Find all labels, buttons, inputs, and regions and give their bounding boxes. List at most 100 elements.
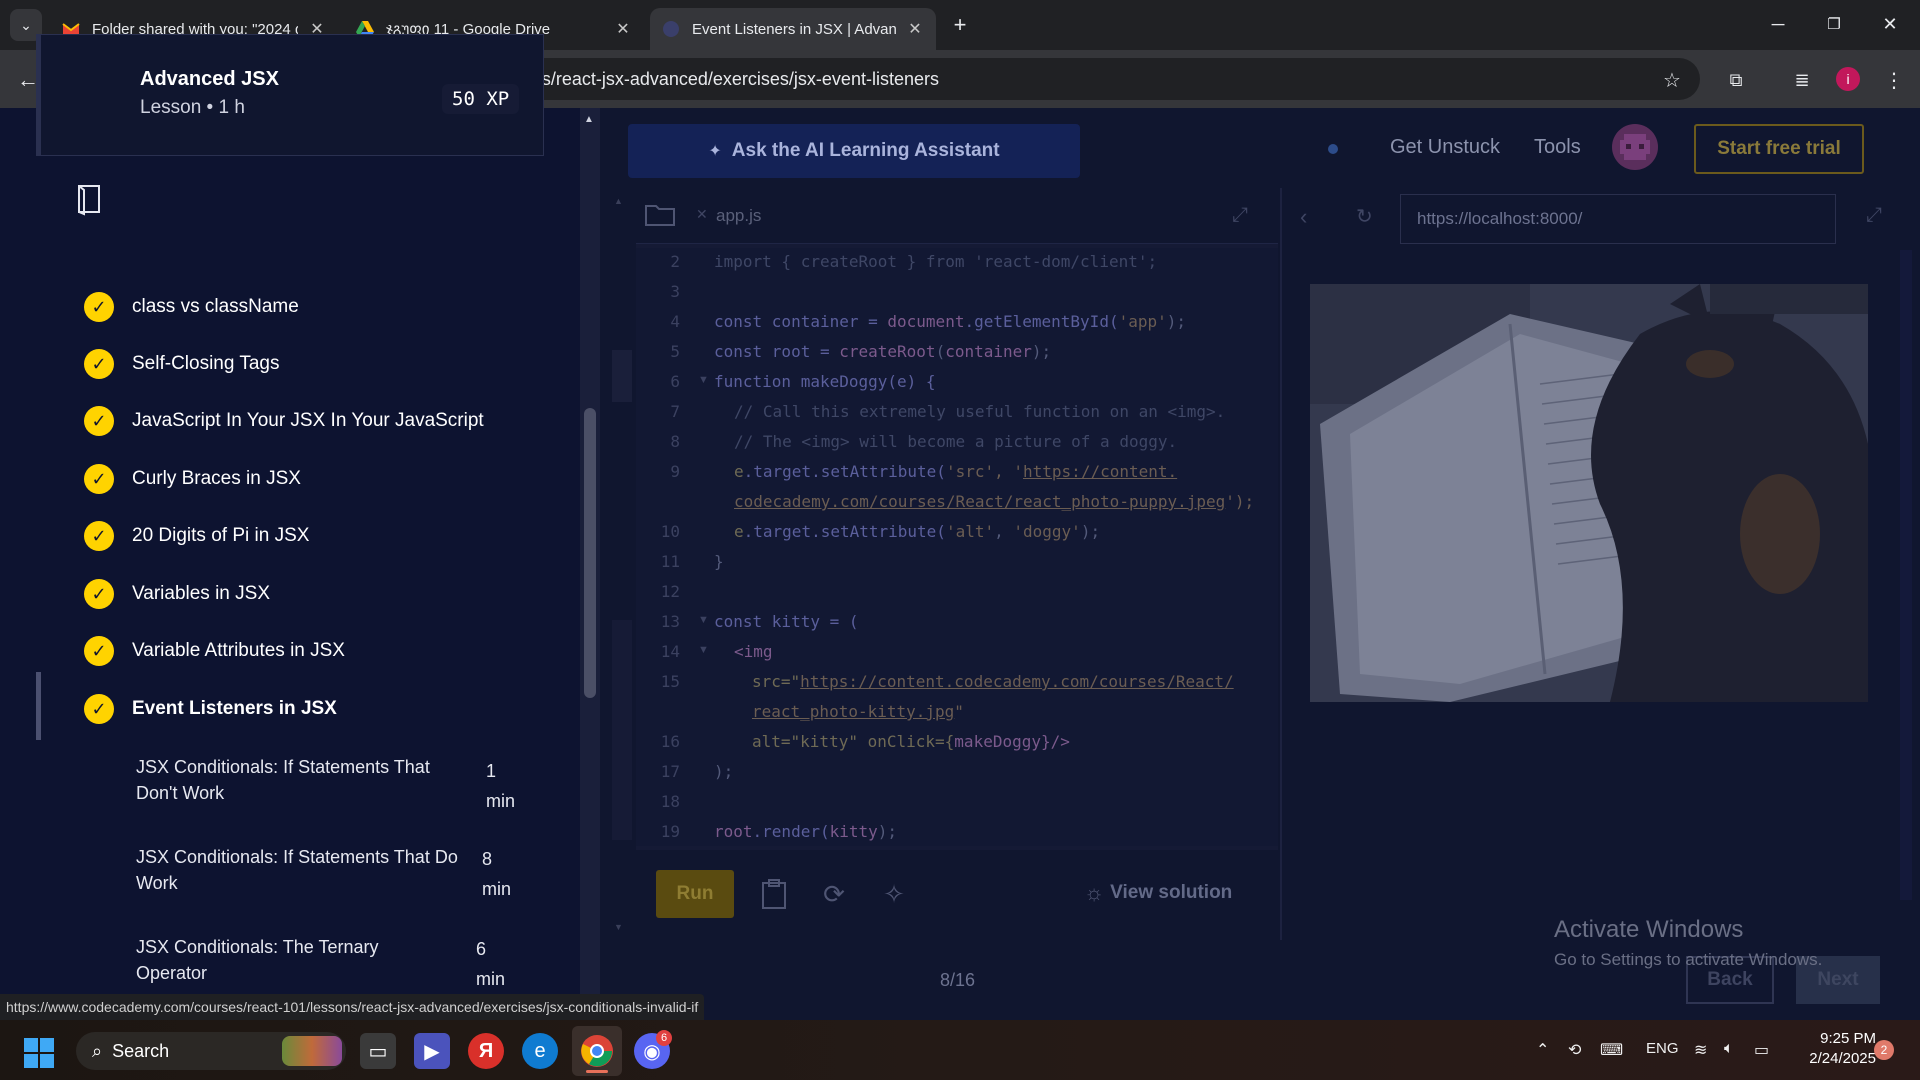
clipboard-icon[interactable] <box>756 876 792 912</box>
expand-icon[interactable]: ⤢ <box>1866 204 1882 227</box>
preview-refresh-icon[interactable]: ↻ <box>1356 204 1373 229</box>
scroll-up-icon[interactable]: ▲ <box>584 114 594 125</box>
check-circle-icon: ✓ <box>84 292 114 322</box>
preview-scrollbar[interactable] <box>1900 250 1912 900</box>
active-item-indicator <box>36 672 41 740</box>
code-text: <img <box>734 642 773 661</box>
status-dot-icon <box>1328 144 1338 154</box>
windows-start-icon[interactable] <box>24 1038 54 1068</box>
code-line: src="https://content.codecademy.com/cour… <box>752 672 1234 691</box>
fold-arrow-icon[interactable]: ▼ <box>698 614 709 626</box>
code-text: }/> <box>1041 732 1070 751</box>
sidebar-item[interactable]: ✓ 20 Digits of Pi in JSX <box>84 519 564 553</box>
bookmark-star-icon[interactable]: ☆ <box>1656 64 1688 96</box>
view-solution-button[interactable]: ☼ View solution <box>1084 880 1232 906</box>
browser-menu-icon[interactable]: ⋮ <box>1878 64 1910 96</box>
code-text: container <box>945 342 1032 361</box>
scroll-up-icon[interactable]: ▲ <box>614 196 623 206</box>
preview-url-field[interactable]: https://localhost:8000/ <box>1400 194 1836 244</box>
sync-icon[interactable]: ⟲ <box>1568 1040 1581 1060</box>
line-number: 2 <box>670 252 680 271</box>
sidebar-item-duration: 6 min <box>476 934 516 994</box>
notification-badge[interactable]: 2 <box>1874 1040 1894 1060</box>
reset-icon[interactable]: ⟳ <box>816 876 852 912</box>
task-view-icon[interactable]: ▭ <box>360 1033 396 1069</box>
minimize-icon[interactable]: ─ <box>1750 0 1806 48</box>
tab-codecademy[interactable]: Event Listeners in JSX | Advance ✕ <box>650 8 936 50</box>
code-text: ); <box>1166 312 1187 331</box>
start-free-trial-button[interactable]: Start free trial <box>1694 124 1864 174</box>
clock-time[interactable]: 9:25 PM <box>1796 1030 1876 1047</box>
sidebar-item-label: JavaScript In Your JSX In Your JavaScrip… <box>132 410 484 431</box>
sidebar-item-current[interactable]: ✓ Event Listeners in JSX <box>84 692 564 726</box>
file-tab-appjs[interactable]: app.js <box>716 206 761 226</box>
sidebar-item-label[interactable]: JSX Conditionals: If Statements That Do … <box>136 844 476 896</box>
profile-avatar[interactable]: i <box>1836 67 1860 91</box>
search-icon: ⌕ <box>92 1040 103 1061</box>
kitty-image[interactable] <box>1310 284 1868 702</box>
yandex-icon[interactable]: Я <box>468 1033 504 1069</box>
code-text: e <box>734 462 744 481</box>
sidebar-item[interactable]: ✓ Variables in JSX <box>84 577 564 611</box>
fold-arrow-icon[interactable]: ▼ <box>698 644 709 656</box>
keyboard-icon[interactable]: ⌨ <box>1600 1040 1623 1060</box>
sidebar-item[interactable]: ✓ Self-Closing Tags <box>84 347 564 381</box>
sidebar-item[interactable]: ✓ class vs className <box>84 290 564 324</box>
editor-scroll-marker <box>612 350 632 402</box>
window-close-icon[interactable]: ✕ <box>1862 0 1918 48</box>
avatar[interactable] <box>1612 124 1658 170</box>
editor-scroll-track[interactable] <box>612 620 632 840</box>
code-text: ( <box>935 342 946 361</box>
sparkle-icon: ✦ <box>708 143 722 160</box>
sidebar-item[interactable]: ✓ JavaScript In Your JSX In Your JavaScr… <box>84 404 564 438</box>
sidebar-item[interactable]: ✓ Variable Attributes in JSX <box>84 634 564 668</box>
duration-unit: min <box>482 879 512 899</box>
language-indicator[interactable]: ENG <box>1646 1040 1679 1057</box>
sidebar-scroll-thumb[interactable] <box>584 408 596 698</box>
media-control-icon[interactable]: ≣ <box>1786 64 1818 96</box>
tray-overflow-icon[interactable]: ⌃ <box>1536 1040 1549 1060</box>
battery-icon[interactable]: ▭ <box>1754 1040 1769 1060</box>
code-text: , <box>994 522 1014 541</box>
extensions-icon[interactable]: ⧉ <box>1720 64 1752 96</box>
line-number: 6 <box>670 372 680 391</box>
code-area[interactable] <box>636 248 1278 846</box>
close-file-icon[interactable]: ✕ <box>696 206 708 223</box>
scroll-down-icon[interactable]: ▼ <box>614 922 623 932</box>
check-circle-icon: ✓ <box>84 579 114 609</box>
close-icon[interactable]: ✕ <box>614 19 632 39</box>
taskbar-search[interactable]: ⌕ Search <box>76 1032 346 1070</box>
edge-icon[interactable]: e <box>522 1033 558 1069</box>
book-icon <box>76 184 102 216</box>
teams-icon[interactable]: ▶ <box>414 1033 450 1069</box>
get-unstuck-link[interactable]: Get Unstuck <box>1390 136 1500 159</box>
sidebar-item-label[interactable]: JSX Conditionals: The Ternary Operator <box>136 934 436 986</box>
expand-icon[interactable]: ⤢ <box>1232 204 1248 227</box>
chrome-icon[interactable] <box>579 1033 615 1069</box>
line-number: 17 <box>660 762 680 781</box>
restore-icon[interactable]: ❐ <box>1806 0 1862 48</box>
code-line: function makeDoggy(e) { <box>714 372 936 391</box>
code-text: // The <img> will become a picture of a … <box>734 432 1178 451</box>
close-icon[interactable]: ✕ <box>906 19 924 39</box>
preview-back-icon[interactable]: ‹ <box>1300 204 1307 230</box>
code-text: .getElementById( <box>964 312 1119 331</box>
sidebar-item[interactable]: ✓ Curly Braces in JSX <box>84 462 564 496</box>
new-tab-button[interactable]: + <box>944 9 976 41</box>
wifi-icon[interactable]: ≋ <box>1694 1040 1707 1060</box>
code-line: codecademy.com/courses/React/react_photo… <box>734 492 1254 511</box>
sidebar-item-label[interactable]: JSX Conditionals: If Statements That Don… <box>136 754 476 806</box>
discord-badge: 6 <box>656 1030 672 1046</box>
volume-icon[interactable]: 🔈︎ <box>1724 1040 1734 1058</box>
ai-assistant-button[interactable]: ✦ Ask the AI Learning Assistant <box>628 124 1080 178</box>
folder-icon[interactable] <box>644 200 676 228</box>
clock-date[interactable]: 2/24/2025 <box>1796 1050 1876 1067</box>
lightbulb-icon: ☼ <box>1084 880 1105 905</box>
tools-link[interactable]: Tools <box>1534 136 1581 159</box>
sidebar-item-label: class vs className <box>132 296 299 317</box>
code-text: 'alt' <box>945 522 995 541</box>
fold-arrow-icon[interactable]: ▼ <box>698 374 709 386</box>
magic-wand-icon[interactable]: ✧ <box>876 876 912 912</box>
run-button[interactable]: Run <box>656 870 734 918</box>
code-line: root.render(kitty); <box>714 822 897 841</box>
